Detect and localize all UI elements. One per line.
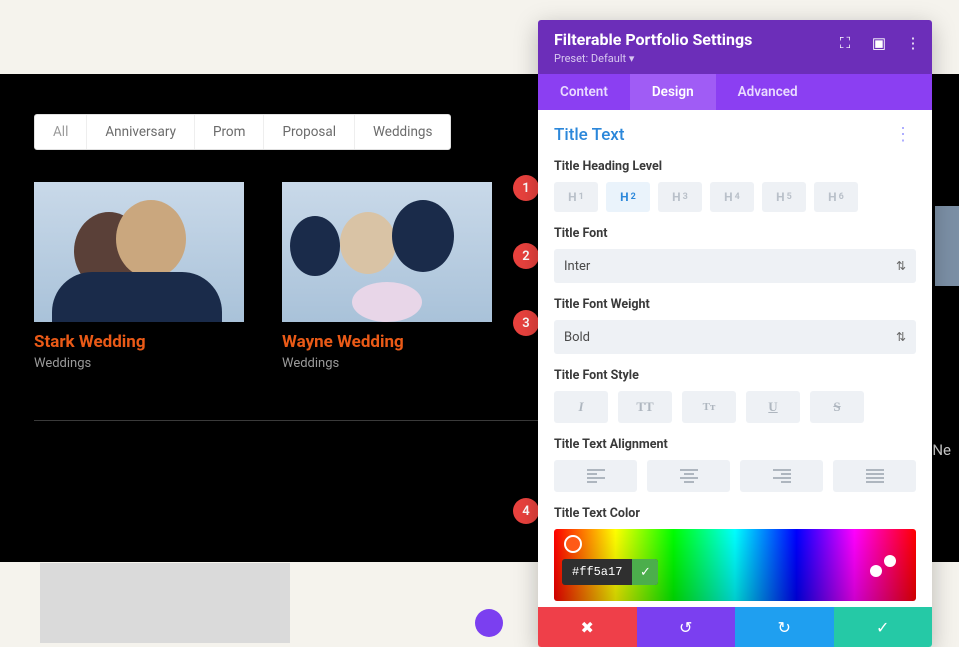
heading-h5[interactable]: H5	[762, 182, 806, 212]
heading-h2[interactable]: H2	[606, 182, 650, 212]
style-italic-button[interactable]: I	[554, 391, 608, 423]
heading-level-row: H1 H2 H3 H4 H5 H6	[554, 182, 916, 212]
label-font: Title Font	[554, 226, 916, 241]
color-hex-input[interactable]: #ff5a17	[562, 559, 632, 585]
portfolio-filters: All Anniversary Prom Proposal Weddings	[34, 114, 451, 150]
photo-peek	[935, 206, 959, 286]
annotation-dot-4: 4	[513, 498, 539, 524]
portfolio-thumbnail	[34, 182, 244, 322]
content-peek	[40, 563, 290, 643]
filter-prom[interactable]: Prom	[195, 115, 265, 149]
annotation-dot-2: 2	[513, 243, 539, 269]
portfolio-card[interactable]: Wayne Wedding Weddings	[282, 182, 492, 371]
annotation-dot-1: 1	[513, 175, 539, 201]
portfolio-title: Wayne Wedding	[282, 332, 492, 352]
label-align: Title Text Alignment	[554, 437, 916, 452]
next-link[interactable]: Ne	[932, 441, 951, 459]
filter-weddings[interactable]: Weddings	[355, 115, 450, 149]
module-add-button[interactable]	[475, 609, 503, 637]
panel-action-bar: ✖ ↺ ↻ ✓	[538, 607, 932, 647]
settings-panel: Filterable Portfolio Settings Preset: De…	[538, 20, 932, 647]
portfolio-title: Stark Wedding	[34, 332, 244, 352]
heading-h6[interactable]: H6	[814, 182, 858, 212]
style-uppercase-button[interactable]: TT	[618, 391, 672, 423]
color-picker[interactable]: #ff5a17 ✓	[554, 529, 916, 601]
label-weight: Title Font Weight	[554, 297, 916, 312]
select-arrows-icon: ⇅	[896, 259, 906, 273]
font-value: Inter	[564, 259, 590, 274]
label-heading-level: Title Heading Level	[554, 159, 916, 174]
portfolio-thumbnail	[282, 182, 492, 322]
style-smallcaps-button[interactable]: Tᴛ	[682, 391, 736, 423]
heading-h1[interactable]: H1	[554, 182, 598, 212]
section-menu-icon[interactable]: ⋮	[890, 124, 916, 145]
redo-button[interactable]: ↻	[735, 607, 834, 647]
cancel-button[interactable]: ✖	[538, 607, 637, 647]
color-handle[interactable]	[870, 565, 882, 577]
portfolio-cards: Stark Wedding Weddings Wayne Wedding Wed…	[34, 182, 492, 371]
color-handle[interactable]	[884, 555, 896, 567]
select-arrows-icon: ⇅	[896, 330, 906, 344]
portfolio-category: Weddings	[34, 356, 244, 371]
section-title[interactable]: Title Text	[554, 125, 625, 145]
panel-preset[interactable]: Preset: Default ▾	[554, 52, 916, 65]
undo-button[interactable]: ↺	[637, 607, 736, 647]
align-justify-button[interactable]	[833, 460, 916, 492]
tab-design[interactable]: Design	[630, 74, 716, 110]
color-confirm-button[interactable]: ✓	[632, 559, 658, 585]
align-left-button[interactable]	[554, 460, 637, 492]
weight-value: Bold	[564, 330, 590, 345]
label-style: Title Font Style	[554, 368, 916, 383]
expand-icon[interactable]: ⛶	[836, 34, 854, 52]
filter-all[interactable]: All	[35, 115, 87, 149]
filter-anniversary[interactable]: Anniversary	[87, 115, 195, 149]
portfolio-card[interactable]: Stark Wedding Weddings	[34, 182, 244, 371]
style-strike-button[interactable]: S	[810, 391, 864, 423]
annotation-dot-3: 3	[513, 310, 539, 336]
align-right-button[interactable]	[740, 460, 823, 492]
save-button[interactable]: ✓	[834, 607, 933, 647]
style-underline-button[interactable]: U	[746, 391, 800, 423]
label-color: Title Text Color	[554, 506, 916, 521]
panel-header[interactable]: Filterable Portfolio Settings Preset: De…	[538, 20, 932, 74]
responsive-icon[interactable]: ▣	[870, 34, 888, 52]
weight-select[interactable]: Bold ⇅	[554, 320, 916, 354]
font-select[interactable]: Inter ⇅	[554, 249, 916, 283]
heading-h4[interactable]: H4	[710, 182, 754, 212]
chevron-down-icon: ▾	[629, 52, 635, 65]
panel-tabs: Content Design Advanced	[538, 74, 932, 110]
align-center-button[interactable]	[647, 460, 730, 492]
color-swatch[interactable]	[564, 535, 582, 553]
kebab-menu-icon[interactable]: ⋮	[904, 34, 922, 52]
heading-h3[interactable]: H3	[658, 182, 702, 212]
portfolio-category: Weddings	[282, 356, 492, 371]
filter-proposal[interactable]: Proposal	[264, 115, 355, 149]
tab-content[interactable]: Content	[538, 74, 630, 110]
tab-advanced[interactable]: Advanced	[716, 74, 820, 110]
